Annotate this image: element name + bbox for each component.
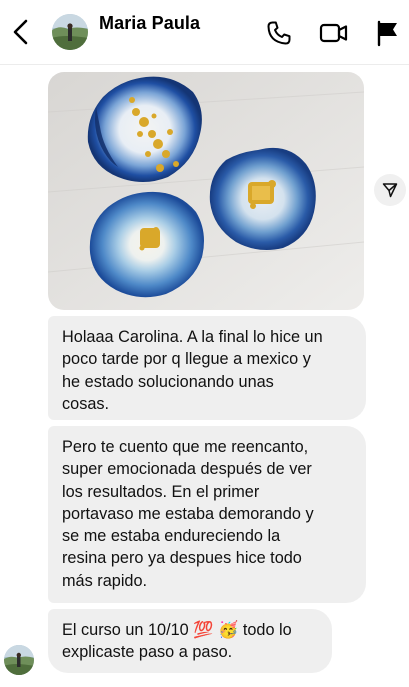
message-bubble[interactable]: Pero te cuento que me reencanto, super e…: [48, 426, 366, 603]
message-text: Holaaa Carolina. A la final lo hice un p…: [62, 328, 323, 413]
send-icon: [382, 183, 398, 198]
sender-avatar[interactable]: [4, 645, 34, 675]
video-camera-icon: [319, 23, 348, 43]
flag-icon: [377, 20, 397, 47]
photo-message[interactable]: [48, 72, 364, 310]
message-text: Pero te cuento que me reencanto, super e…: [62, 438, 314, 590]
phone-icon: [267, 21, 291, 45]
chevron-left-icon: [13, 19, 28, 45]
contact-name[interactable]: Maria Paula: [99, 13, 200, 34]
share-button[interactable]: [374, 174, 406, 206]
back-button[interactable]: [10, 18, 32, 46]
video-call-button[interactable]: [319, 19, 348, 47]
message-bubble[interactable]: Holaaa Carolina. A la final lo hice un p…: [48, 316, 366, 420]
chat-header: Maria Paula: [0, 0, 409, 65]
message-text: El curso un 10/10 💯 🥳 todo lo explicaste…: [62, 621, 292, 662]
call-button[interactable]: [265, 19, 293, 47]
message-bubble[interactable]: El curso un 10/10 💯 🥳 todo lo explicaste…: [48, 609, 332, 673]
contact-avatar[interactable]: [52, 14, 88, 50]
resin-coasters-photo: [48, 72, 364, 310]
report-button[interactable]: [375, 19, 403, 47]
